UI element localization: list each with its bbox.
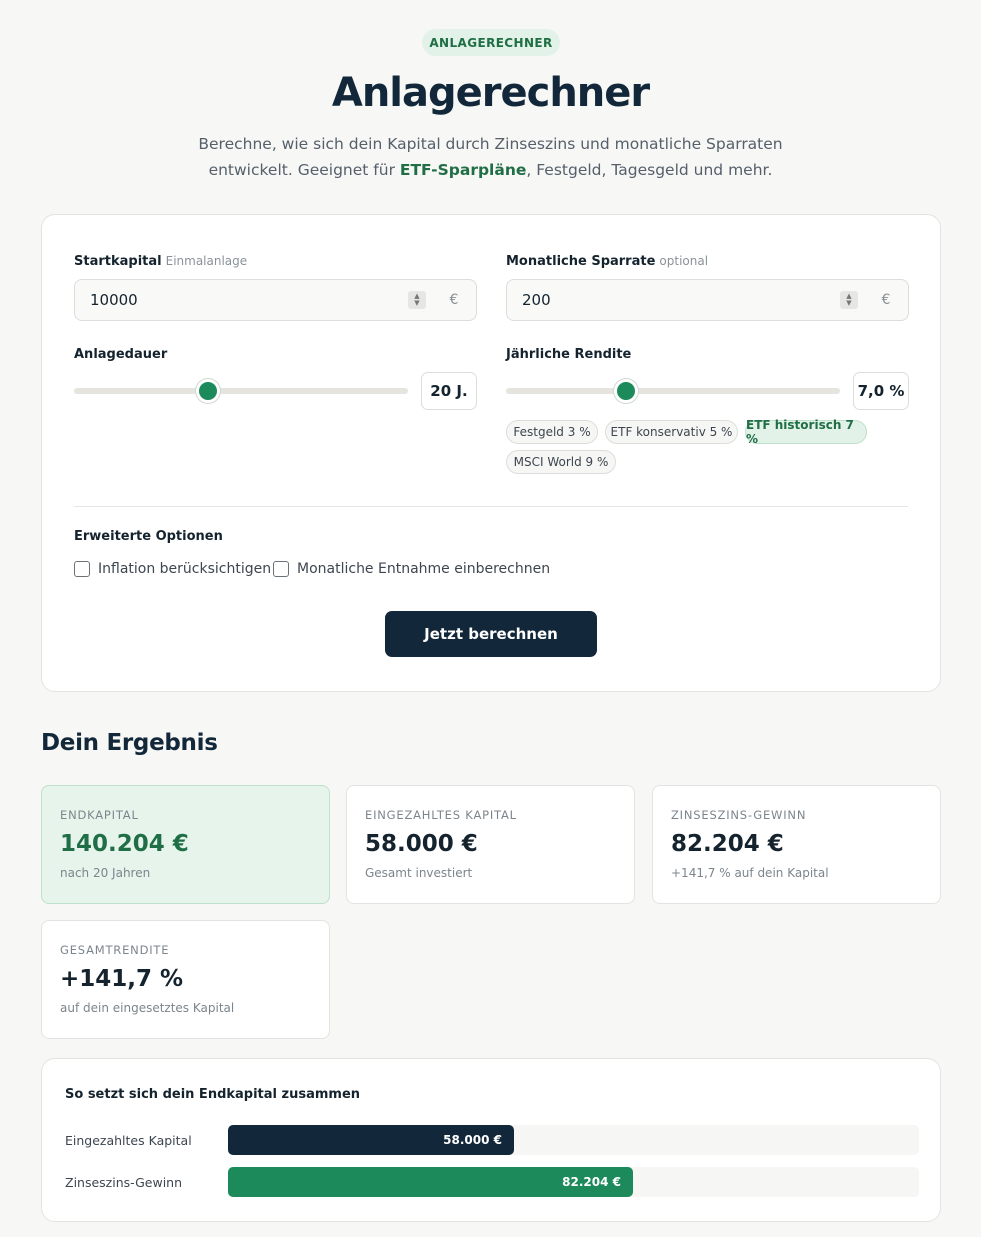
startkapital-sublabel: Einmalanlage bbox=[165, 254, 248, 268]
subtitle-line1: Berechne, wie sich dein Kapital durch Zi… bbox=[198, 135, 783, 153]
composition-card: So setzt sich dein Endkapital zusammen E… bbox=[41, 1058, 941, 1222]
preset-festgeld-chip[interactable]: Festgeld 3 % bbox=[506, 420, 598, 444]
preset-etf-historisch-chip[interactable]: ETF historisch 7 % bbox=[745, 418, 867, 446]
calculator-form-card: Startkapital Einmalanlage 10000 ▲ ▼ € Mona… bbox=[41, 214, 941, 692]
result-note: Gesamt investiert bbox=[365, 866, 473, 880]
sparrate-value: 200 bbox=[522, 291, 551, 309]
inflation-option-label: Inflation berücksichtigen bbox=[98, 561, 272, 577]
rendite-label: Jährliche Rendite bbox=[506, 347, 632, 362]
startkapital-input[interactable]: 10000 ▲ ▼ € bbox=[74, 279, 477, 321]
bar-track-zinseszins: 82.204 € bbox=[228, 1167, 919, 1197]
sparrate-label-text: Monatliche Sparrate bbox=[506, 254, 656, 269]
sparrate-sublabel: optional bbox=[659, 254, 709, 268]
anlagedauer-value-box: 20 J. bbox=[421, 372, 477, 410]
anlagedauer-label: Anlagedauer bbox=[74, 347, 168, 362]
result-label: ENDKAPITAL bbox=[60, 808, 139, 822]
chevron-down-icon[interactable]: ▼ bbox=[414, 300, 419, 307]
euro-icon: € bbox=[449, 292, 459, 308]
inflation-checkbox[interactable] bbox=[74, 561, 90, 577]
page-badge: ANLAGERECHNER bbox=[422, 29, 560, 56]
inflation-option[interactable]: Inflation berücksichtigen bbox=[74, 561, 271, 577]
result-card-eingezahlt: EINGEZAHLTES KAPITAL 58.000 € Gesamt inv… bbox=[346, 785, 635, 904]
subtitle-line2-post: , Festgeld, Tagesgeld und mehr. bbox=[526, 161, 773, 179]
page-title: Anlagerechner bbox=[331, 70, 650, 116]
rendite-slider-handle[interactable] bbox=[614, 379, 639, 403]
sparrate-input[interactable]: 200 ▲ ▼ € bbox=[506, 279, 909, 321]
preset-msci-world-chip[interactable]: MSCI World 9 % bbox=[506, 450, 616, 474]
startkapital-label: Startkapital Einmalanlage bbox=[74, 254, 247, 269]
result-value: 140.204 € bbox=[60, 831, 189, 857]
result-card-gesamtrendite: GESAMTRENDITE +141,7 % auf dein eingeset… bbox=[41, 920, 330, 1039]
subtitle-highlight-link[interactable]: ETF-Sparpläne bbox=[400, 161, 526, 179]
anlagedauer-slider-track[interactable] bbox=[74, 388, 408, 394]
advanced-options-title: Erweiterte Optionen bbox=[74, 529, 223, 544]
rendite-slider-track[interactable] bbox=[506, 388, 840, 394]
sparrate-label: Monatliche Sparrate optional bbox=[506, 254, 708, 269]
result-note: +141,7 % auf dein Kapital bbox=[671, 866, 829, 880]
result-value: 82.204 € bbox=[671, 831, 784, 857]
entnahme-option[interactable]: Monatliche Entnahme einberechnen bbox=[273, 561, 550, 577]
page-subtitle: Berechne, wie sich dein Kapital durch Zi… bbox=[190, 131, 791, 183]
bar-track-eingezahlt: 58.000 € bbox=[228, 1125, 919, 1155]
results-title: Dein Ergebnis bbox=[41, 730, 218, 756]
startkapital-stepper[interactable]: ▲ ▼ bbox=[408, 291, 426, 309]
entnahme-option-label: Monatliche Entnahme einberechnen bbox=[297, 561, 551, 577]
result-note: auf dein eingesetztes Kapital bbox=[60, 1001, 235, 1015]
bar-label-zinseszins: Zinseszins-Gewinn bbox=[65, 1175, 183, 1190]
result-value: 58.000 € bbox=[365, 831, 478, 857]
startkapital-label-text: Startkapital bbox=[74, 254, 162, 269]
calculate-button[interactable]: Jetzt berechnen bbox=[385, 611, 597, 657]
sparrate-stepper[interactable]: ▲ ▼ bbox=[840, 291, 858, 309]
chevron-down-icon[interactable]: ▼ bbox=[846, 300, 851, 307]
euro-icon: € bbox=[881, 292, 891, 308]
bar-fill-eingezahlt: 58.000 € bbox=[228, 1125, 514, 1155]
bar-value-zinseszins: 82.204 € bbox=[562, 1175, 621, 1189]
composition-title: So setzt sich dein Endkapital zusammen bbox=[65, 1087, 361, 1102]
result-label: GESAMTRENDITE bbox=[60, 943, 170, 957]
result-card-endkapital: ENDKAPITAL 140.204 € nach 20 Jahren bbox=[41, 785, 330, 904]
anlagedauer-slider-handle[interactable] bbox=[195, 379, 220, 403]
bar-value-eingezahlt: 58.000 € bbox=[443, 1133, 502, 1147]
subtitle-line2-pre: entwickelt. Geeignet für bbox=[208, 161, 400, 179]
bar-fill-zinseszins: 82.204 € bbox=[228, 1167, 633, 1197]
result-card-zinseszins: ZINSESZINS-GEWINN 82.204 € +141,7 % auf … bbox=[652, 785, 941, 904]
entnahme-checkbox[interactable] bbox=[273, 561, 289, 577]
form-divider bbox=[74, 506, 908, 507]
startkapital-value: 10000 bbox=[90, 291, 138, 309]
bar-label-eingezahlt: Eingezahltes Kapital bbox=[65, 1133, 192, 1148]
result-label: EINGEZAHLTES KAPITAL bbox=[365, 808, 517, 822]
rendite-value-box: 7,0 % bbox=[853, 372, 909, 410]
result-note: nach 20 Jahren bbox=[60, 866, 151, 880]
result-label: ZINSESZINS-GEWINN bbox=[671, 808, 807, 822]
preset-etf-konservativ-chip[interactable]: ETF konservativ 5 % bbox=[605, 420, 738, 444]
result-value: +141,7 % bbox=[60, 966, 184, 992]
